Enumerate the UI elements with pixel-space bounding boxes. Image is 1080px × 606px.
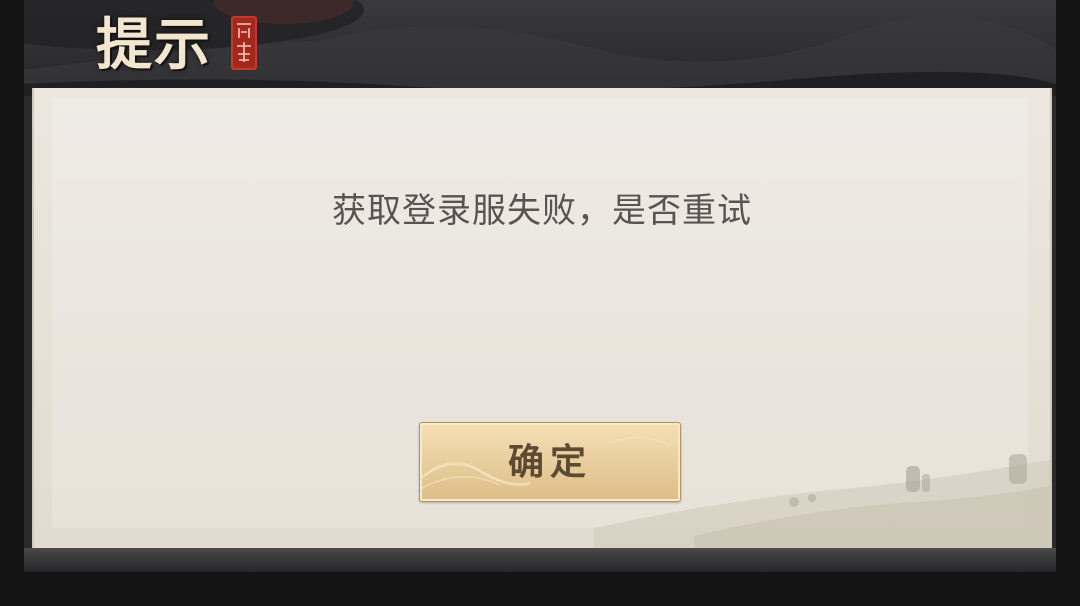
screen: 提示 获取登录服失败，是否重试 确定 [0, 0, 1080, 606]
confirm-button[interactable]: 确定 [419, 422, 681, 502]
dialog-bottom-frame [24, 548, 1056, 572]
confirm-button-label: 确定 [507, 441, 592, 483]
alert-dialog: 提示 获取登录服失败，是否重试 确定 [24, 0, 1056, 572]
dialog-message: 获取登录服失败，是否重试 [332, 191, 752, 231]
dialog-header: 提示 [24, 0, 1056, 96]
dialog-body: 获取登录服失败，是否重试 确定 [32, 88, 1052, 548]
dialog-title: 提示 [96, 12, 212, 78]
red-seal-stamp-icon [231, 16, 257, 70]
